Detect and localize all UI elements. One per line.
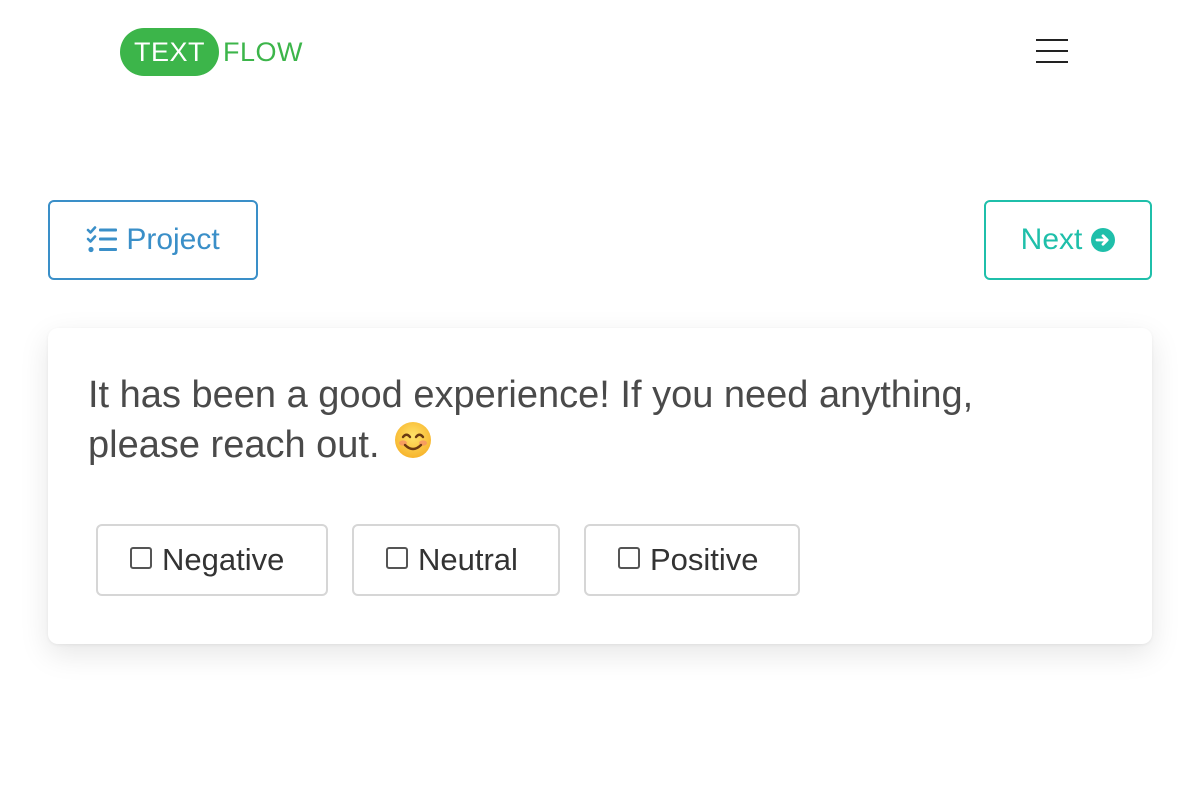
- sentiment-options: Negative Neutral Positive: [96, 524, 800, 596]
- next-button[interactable]: Next: [984, 200, 1152, 280]
- option-negative[interactable]: Negative: [96, 524, 328, 596]
- option-positive-label: Positive: [650, 542, 759, 577]
- smiling-face-emoji-icon: [394, 421, 432, 459]
- menu-bar: [1036, 39, 1068, 41]
- option-neutral-label: Neutral: [418, 542, 518, 577]
- message-line-2: please reach out.: [88, 424, 380, 466]
- task-list-icon: [86, 226, 118, 254]
- option-positive[interactable]: Positive: [584, 524, 800, 596]
- menu-bar: [1036, 50, 1068, 52]
- arrow-circle-right-icon: [1091, 228, 1116, 252]
- option-negative-label: Negative: [162, 542, 285, 577]
- project-button-label: Project: [126, 223, 220, 256]
- textflow-logo[interactable]: TEXT FLOW: [120, 28, 303, 76]
- checkbox-neutral[interactable]: [386, 547, 408, 569]
- option-neutral[interactable]: Neutral: [352, 524, 560, 596]
- hamburger-menu-icon[interactable]: [1030, 34, 1074, 68]
- logo-word: FLOW: [223, 36, 304, 67]
- message-text: It has been a good experience! If you ne…: [88, 370, 1048, 470]
- logo-pill: TEXT: [120, 28, 220, 76]
- checkbox-positive[interactable]: [618, 547, 640, 569]
- message-line-1: It has been a good experience! If you ne…: [88, 374, 974, 416]
- page: TEXT FLOW Project Next It has been a goo…: [0, 0, 1200, 800]
- labeling-card: It has been a good experience! If you ne…: [48, 328, 1152, 644]
- menu-bar: [1036, 61, 1068, 63]
- project-button[interactable]: Project: [48, 200, 258, 280]
- checkbox-negative[interactable]: [130, 547, 152, 569]
- next-button-label: Next: [1020, 223, 1083, 256]
